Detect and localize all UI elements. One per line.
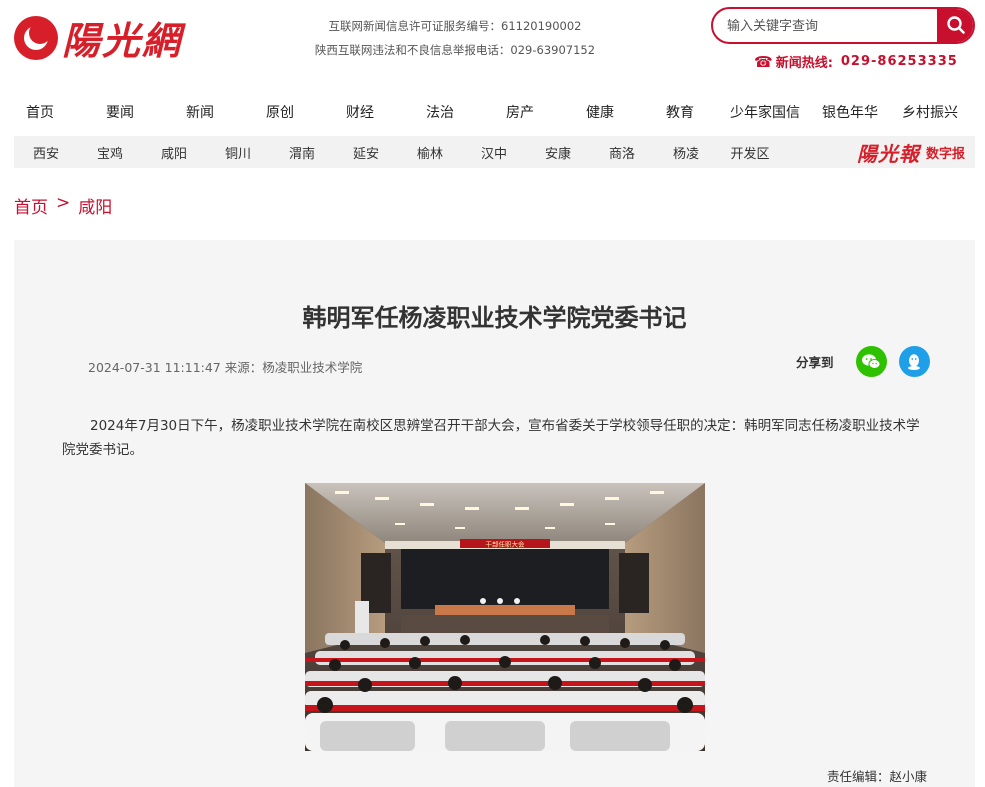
share-bar: 分享到 [796,346,942,377]
region-yulin[interactable]: 榆林 [398,143,462,162]
wechat-share-button[interactable] [855,346,887,377]
region-ankang[interactable]: 安康 [526,143,590,162]
logo-mark-icon [14,15,58,60]
region-development-zone[interactable]: 开发区 [718,143,782,162]
phone-icon: ☎ [754,52,773,71]
nav-item-finance[interactable]: 财经 [320,95,400,131]
search-button[interactable] [937,9,973,42]
responsible-editor: 责任编辑：赵小康 [826,769,927,784]
article-meta: 2024-07-31 11:11:47 来源：杨凌职业技术学院 [88,360,363,375]
breadcrumb-current[interactable]: 咸阳 [78,193,112,218]
nav-item-headlines[interactable]: 要闻 [80,95,160,131]
nav-item-silver-age[interactable]: 银色年华 [810,95,890,131]
region-yangling[interactable]: 杨凌 [654,143,718,162]
breadcrumb: 首页 > 咸阳 [14,193,112,218]
region-xian[interactable]: 西安 [14,143,78,162]
wechat-icon [862,353,881,369]
nav-item-home[interactable]: 首页 [0,95,80,131]
search-box [711,7,975,44]
report-phone-info: 陕西互联网违法和不良信息举报电话：029-63907152 [314,43,596,57]
license-info: 互联网新闻信息许可证服务编号：61120190002 [328,19,582,33]
hotline-number: 029-86253335 [840,54,958,69]
nav-item-rural[interactable]: 乡村振兴 [890,95,970,131]
hotline-label: 新闻热线: [775,56,833,71]
regional-nav: 西安 宝鸡 咸阳 铜川 渭南 延安 榆林 汉中 安康 商洛 杨凌 开发区 陽光報… [14,136,975,168]
logo-text: 陽光網 [62,18,183,63]
meeting-hall-photo: 干部任职大会 [305,483,705,751]
region-yanan[interactable]: 延安 [334,143,398,162]
qq-share-button[interactable] [898,346,930,377]
article-container: 韩明军任杨凌职业技术学院党委书记 2024-07-31 11:11:47 来源：… [14,240,975,787]
region-baoji[interactable]: 宝鸡 [78,143,142,162]
digital-paper-link[interactable]: 陽光報 数字报 [857,138,965,166]
breadcrumb-home[interactable]: 首页 [14,193,48,218]
nav-item-youth[interactable]: 少年家国信 [720,95,810,131]
region-hanzhong[interactable]: 汉中 [462,143,526,162]
share-label: 分享到 [796,355,834,370]
qq-icon [908,353,921,370]
region-shangluo[interactable]: 商洛 [590,143,654,162]
digital-paper-label: 数字报 [925,146,965,162]
breadcrumb-separator: > [56,193,71,213]
photo-banner-text: 干部任职大会 [486,540,526,549]
search-icon [947,15,965,34]
nav-item-property[interactable]: 房产 [480,95,560,131]
article-photo: 干部任职大会 [305,483,705,751]
nav-item-original[interactable]: 原创 [240,95,320,131]
nav-item-education[interactable]: 教育 [640,95,720,131]
main-nav: 首页 要闻 新闻 原创 财经 法治 房产 健康 教育 少年家国信 银色年华 乡村… [0,95,985,131]
region-weinan[interactable]: 渭南 [270,143,334,162]
article-paragraph: 2024年7月30日下午，杨凌职业技术学院在南校区思辨堂召开干部大会，宣布省委关… [62,418,920,458]
search-input[interactable] [713,9,937,42]
news-hotline: ☎ 新闻热线: 029-86253335 [754,52,958,72]
digital-paper-brand: 陽光報 [856,141,920,166]
region-tongchuan[interactable]: 铜川 [206,143,270,162]
site-logo[interactable]: 陽光網 [14,10,182,65]
article-title: 韩明军任杨凌职业技术学院党委书记 [302,304,687,332]
nav-item-law[interactable]: 法治 [400,95,480,131]
region-xianyang[interactable]: 咸阳 [142,143,206,162]
nav-item-health[interactable]: 健康 [560,95,640,131]
nav-item-news[interactable]: 新闻 [160,95,240,131]
